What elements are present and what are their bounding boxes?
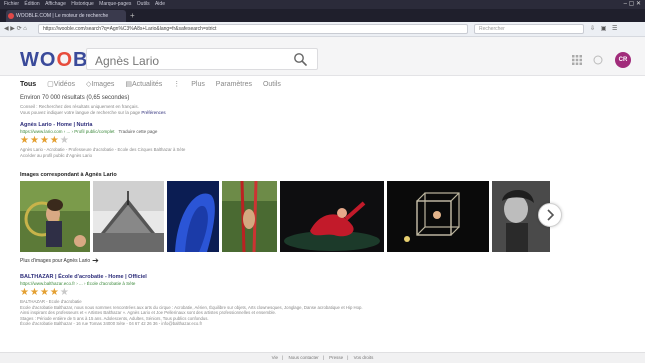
star-icon: ★ bbox=[39, 287, 50, 298]
nav-bar: ◀ ▶ ⟳ ⌂ https://wooble.com/search?q=Agn%… bbox=[0, 22, 645, 37]
arrow-right-icon: ➔ bbox=[92, 256, 99, 265]
images-section-title: Images correspondant à Agnès Lario bbox=[20, 172, 117, 178]
snippet-line: École d'acrobatie Balthazar - 16 rue Tom… bbox=[20, 321, 203, 326]
apps-grid-icon[interactable] bbox=[572, 54, 583, 65]
star-icon: ★ bbox=[29, 287, 40, 298]
menu-item-bookmarks[interactable]: Marque-pages bbox=[99, 1, 131, 7]
rating-stars: ★★★★★ bbox=[20, 135, 360, 146]
menu-item-edit[interactable]: Édition bbox=[24, 1, 39, 7]
search-hint: Conseil : Recherchez des résultats uniqu… bbox=[20, 104, 320, 116]
footer-link[interactable]: Presse bbox=[329, 355, 343, 360]
tab-all[interactable]: Tous bbox=[20, 81, 36, 88]
image-thumbnail[interactable] bbox=[222, 181, 277, 252]
video-icon: ▢ bbox=[47, 81, 54, 88]
menu-item-view[interactable]: Affichage bbox=[45, 1, 66, 7]
more-images-link[interactable]: Plus d'images pour Agnès Lario ➔ bbox=[20, 256, 99, 265]
news-icon: ▤ bbox=[125, 81, 132, 88]
tab-tools[interactable]: Outils bbox=[263, 81, 281, 88]
menu-item-history[interactable]: Historique bbox=[71, 1, 94, 7]
result-snippet: BALTHAZAR - Ecole d'acrobatie Ecole d'ac… bbox=[20, 299, 480, 327]
translate-link[interactable]: Traduire cette page bbox=[119, 129, 158, 134]
logo-o-icon: O bbox=[39, 49, 57, 71]
hint-line-2: Vous pouvez indiquer votre langue de rec… bbox=[20, 110, 141, 115]
menu-item-tools[interactable]: Outils bbox=[137, 1, 150, 7]
tab-title: WOOBLE.COM | Le moteur de recherche bbox=[16, 13, 109, 19]
favicon-icon bbox=[8, 13, 14, 19]
result-title[interactable]: BALTHAZAR | École d'acrobatie - Home | O… bbox=[20, 274, 480, 280]
image-strip bbox=[20, 181, 550, 252]
image-thumbnail[interactable] bbox=[280, 181, 384, 252]
tab-videos[interactable]: ▢Vidéos bbox=[47, 81, 75, 88]
photo-aerial-silks bbox=[222, 181, 277, 252]
star-empty-icon: ★ bbox=[59, 287, 70, 298]
photo-acrobat-hoop bbox=[20, 181, 90, 252]
result-url: https://www.lario.com › ... › Profil pub… bbox=[20, 129, 360, 134]
tab-news[interactable]: ▤Actualités bbox=[125, 81, 162, 88]
star-icon: ★ bbox=[49, 135, 60, 146]
toolbar-icons[interactable]: ⇩ ▣ ☰ bbox=[590, 22, 619, 36]
photo-cube-structure bbox=[387, 181, 489, 252]
photo-circus-tent bbox=[93, 181, 164, 252]
logo-o-icon-2: O bbox=[56, 49, 74, 71]
star-icon: ★ bbox=[39, 135, 50, 146]
site-header: WOOBLE CR bbox=[0, 37, 645, 76]
search-tabs: Tous ▢Vidéos ◇Images ▤Actualités ⋮ Plus … bbox=[20, 80, 290, 88]
results-count: Environ 70 000 résultats (0,65 secondes) bbox=[20, 95, 130, 101]
footer-link[interactable]: Nous contacter bbox=[288, 355, 318, 360]
tab-videos-label: Vidéos bbox=[53, 81, 76, 88]
result-title[interactable]: Agnès Lario - Home | Nutria bbox=[20, 122, 360, 128]
star-icon: ★ bbox=[20, 135, 30, 146]
result-url-text[interactable]: https://www.lario.com › ... › Profil pub… bbox=[20, 129, 115, 134]
header-actions: CR bbox=[572, 51, 631, 69]
search-box bbox=[86, 48, 318, 70]
new-tab-button[interactable]: + bbox=[130, 10, 135, 22]
tab-news-label: Actualités bbox=[131, 81, 163, 88]
browser-window: Fichier Édition Affichage Historique Mar… bbox=[0, 0, 645, 363]
more-dots-icon: ⋮ bbox=[173, 81, 181, 88]
page-footer: Vie | Nous contacter | Presse | Vos droits bbox=[0, 352, 645, 363]
chevron-right-icon bbox=[547, 209, 555, 221]
image-thumbnail[interactable] bbox=[20, 181, 90, 252]
search-icon[interactable] bbox=[293, 52, 307, 66]
search-result: Agnès Lario - Home | Nutria https://www.… bbox=[20, 122, 360, 158]
image-thumbnail[interactable] bbox=[167, 181, 219, 252]
more-images-label: Plus d'images pour Agnès Lario bbox=[20, 257, 91, 264]
logo-prefix: W bbox=[20, 49, 40, 71]
menu-bar: Fichier Édition Affichage Historique Mar… bbox=[0, 0, 645, 9]
menu-item-file[interactable]: Fichier bbox=[4, 1, 19, 7]
tab-images-label: Images bbox=[91, 81, 115, 88]
window-controls[interactable]: – ▢ ✕ bbox=[624, 0, 641, 9]
snippet-line: Accéder au profil public d'Agnès Lario bbox=[20, 152, 93, 158]
url-bar[interactable]: https://wooble.com/search?q=Agn%C3%A8s+L… bbox=[38, 24, 468, 34]
menu-item-help[interactable]: Aide bbox=[155, 1, 165, 7]
tab-more[interactable]: Plus bbox=[191, 81, 205, 88]
preferences-link[interactable]: Préférences bbox=[141, 110, 165, 115]
image-thumbnail[interactable] bbox=[387, 181, 489, 252]
tab-images[interactable]: ◇Images bbox=[86, 81, 114, 88]
notifications-icon[interactable] bbox=[593, 55, 603, 65]
footer-link[interactable]: Vos droits bbox=[354, 355, 374, 360]
browser-tab[interactable]: WOOBLE.COM | Le moteur de recherche bbox=[6, 10, 126, 22]
star-icon: ★ bbox=[49, 287, 60, 298]
tab-settings[interactable]: Paramètres bbox=[216, 81, 252, 88]
photo-dance-performance bbox=[280, 181, 384, 252]
nav-buttons[interactable]: ◀ ▶ ⟳ ⌂ bbox=[4, 22, 27, 36]
result-url[interactable]: https://www.balthazar.eco.fr › ... › Éco… bbox=[20, 281, 480, 286]
search-result: BALTHAZAR | École d'acrobatie - Home | O… bbox=[20, 274, 480, 327]
search-input[interactable] bbox=[93, 52, 287, 69]
star-icon: ★ bbox=[20, 287, 30, 298]
browser-search-field[interactable]: Rechercher bbox=[474, 24, 584, 34]
rating-stars: ★★★★★ bbox=[20, 287, 480, 298]
star-icon: ★ bbox=[29, 135, 40, 146]
next-images-button[interactable] bbox=[538, 203, 562, 227]
footer-link[interactable]: Vie bbox=[272, 355, 278, 360]
photo-blue-aerial bbox=[167, 181, 219, 252]
tab-strip: WOOBLE.COM | Le moteur de recherche + bbox=[0, 9, 645, 22]
avatar[interactable]: CR bbox=[615, 51, 631, 68]
star-empty-icon: ★ bbox=[59, 135, 70, 146]
image-thumbnail[interactable] bbox=[93, 181, 164, 252]
result-snippet: Agnès Lario - Acrobatie - Professeure d'… bbox=[20, 147, 360, 158]
